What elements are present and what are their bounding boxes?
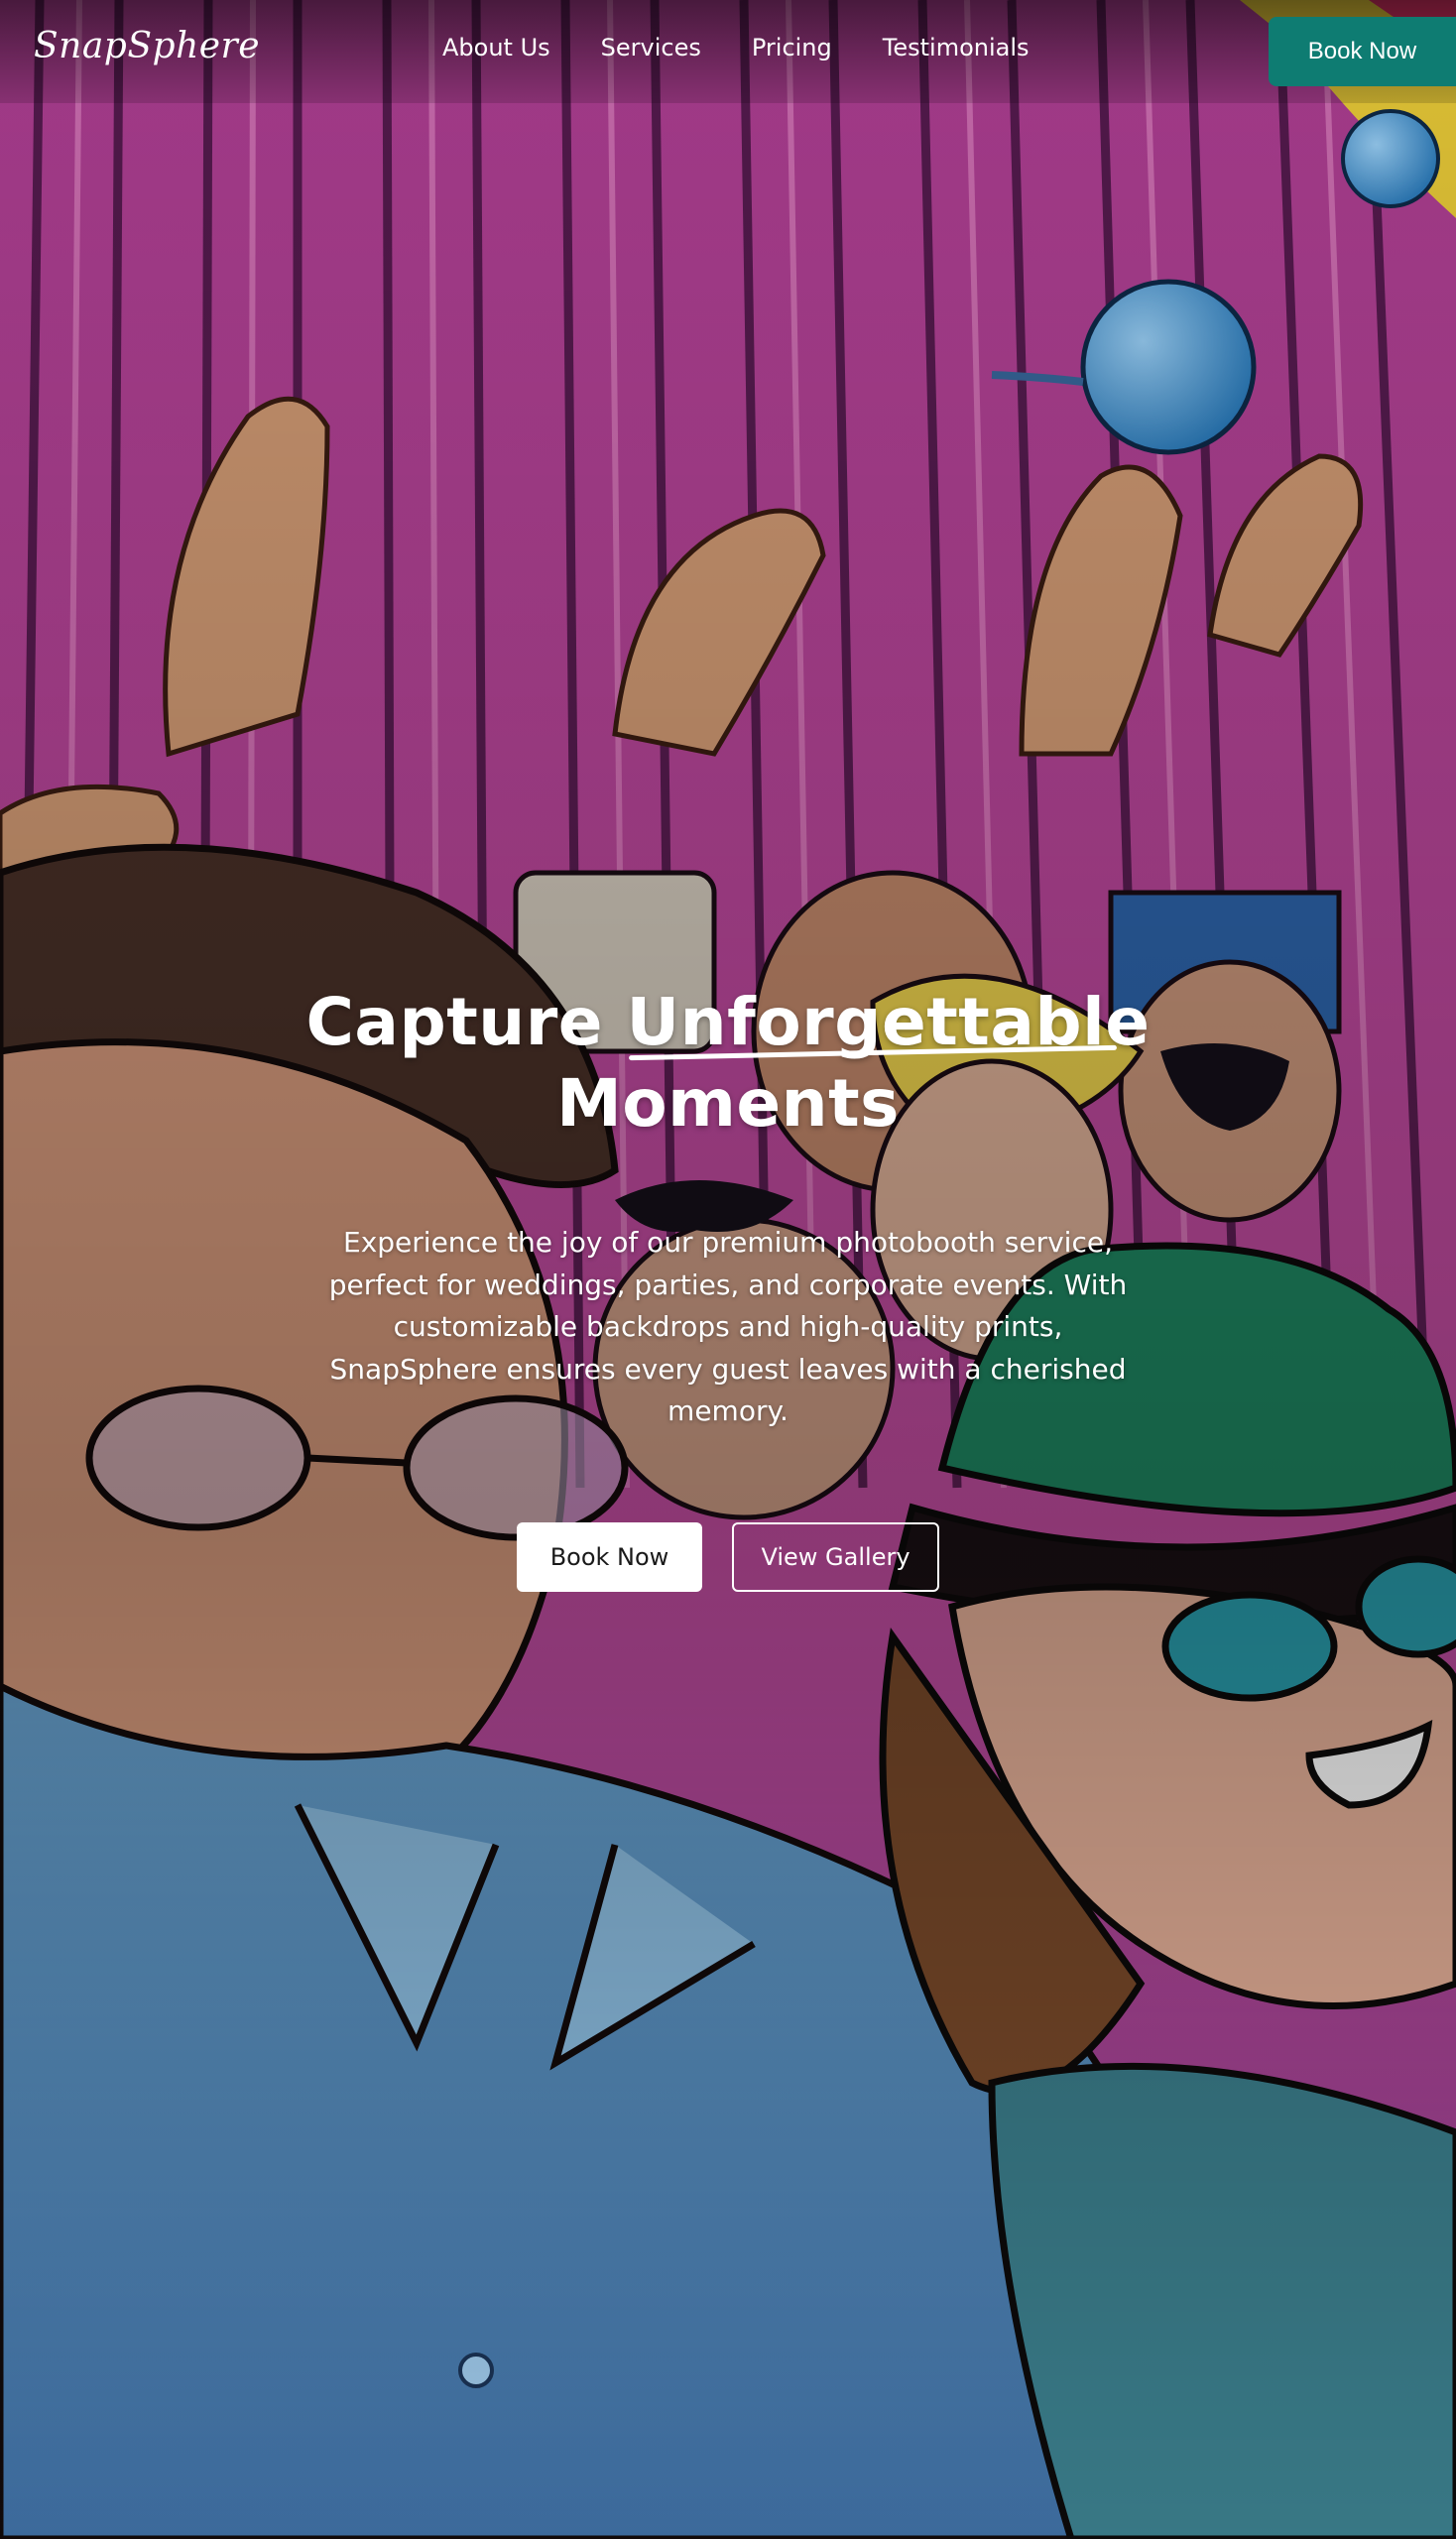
hero-section: Capture Unforgettable Moments Experience… <box>232 982 1224 1592</box>
hero-subtitle: Experience the joy of our premium photob… <box>328 1226 1128 1427</box>
hero-title-part2: Moments <box>556 1065 900 1142</box>
top-navigation: SnapSphere About Us Services Pricing Tes… <box>0 0 1456 103</box>
hero-actions: Book Now View Gallery <box>232 1521 1224 1592</box>
nav-links: About Us Services Pricing Testimonials <box>442 34 1080 61</box>
hero-title: Capture Unforgettable Moments <box>232 982 1224 1145</box>
nav-link-pricing[interactable]: Pricing <box>752 34 832 61</box>
brand-logo[interactable]: SnapSphere <box>34 26 260 66</box>
nav-book-now-button[interactable]: Book Now <box>1269 17 1456 86</box>
nav-link-about-us[interactable]: About Us <box>442 34 550 61</box>
nav-link-testimonials[interactable]: Testimonials <box>883 34 1030 61</box>
hero-title-highlight: Unforgettable <box>627 982 1151 1063</box>
hero-book-now-button[interactable]: Book Now <box>517 1521 702 1592</box>
nav-link-services[interactable]: Services <box>601 34 701 61</box>
view-gallery-button[interactable]: View Gallery <box>732 1521 939 1592</box>
hero-title-part1: Capture <box>305 984 627 1060</box>
